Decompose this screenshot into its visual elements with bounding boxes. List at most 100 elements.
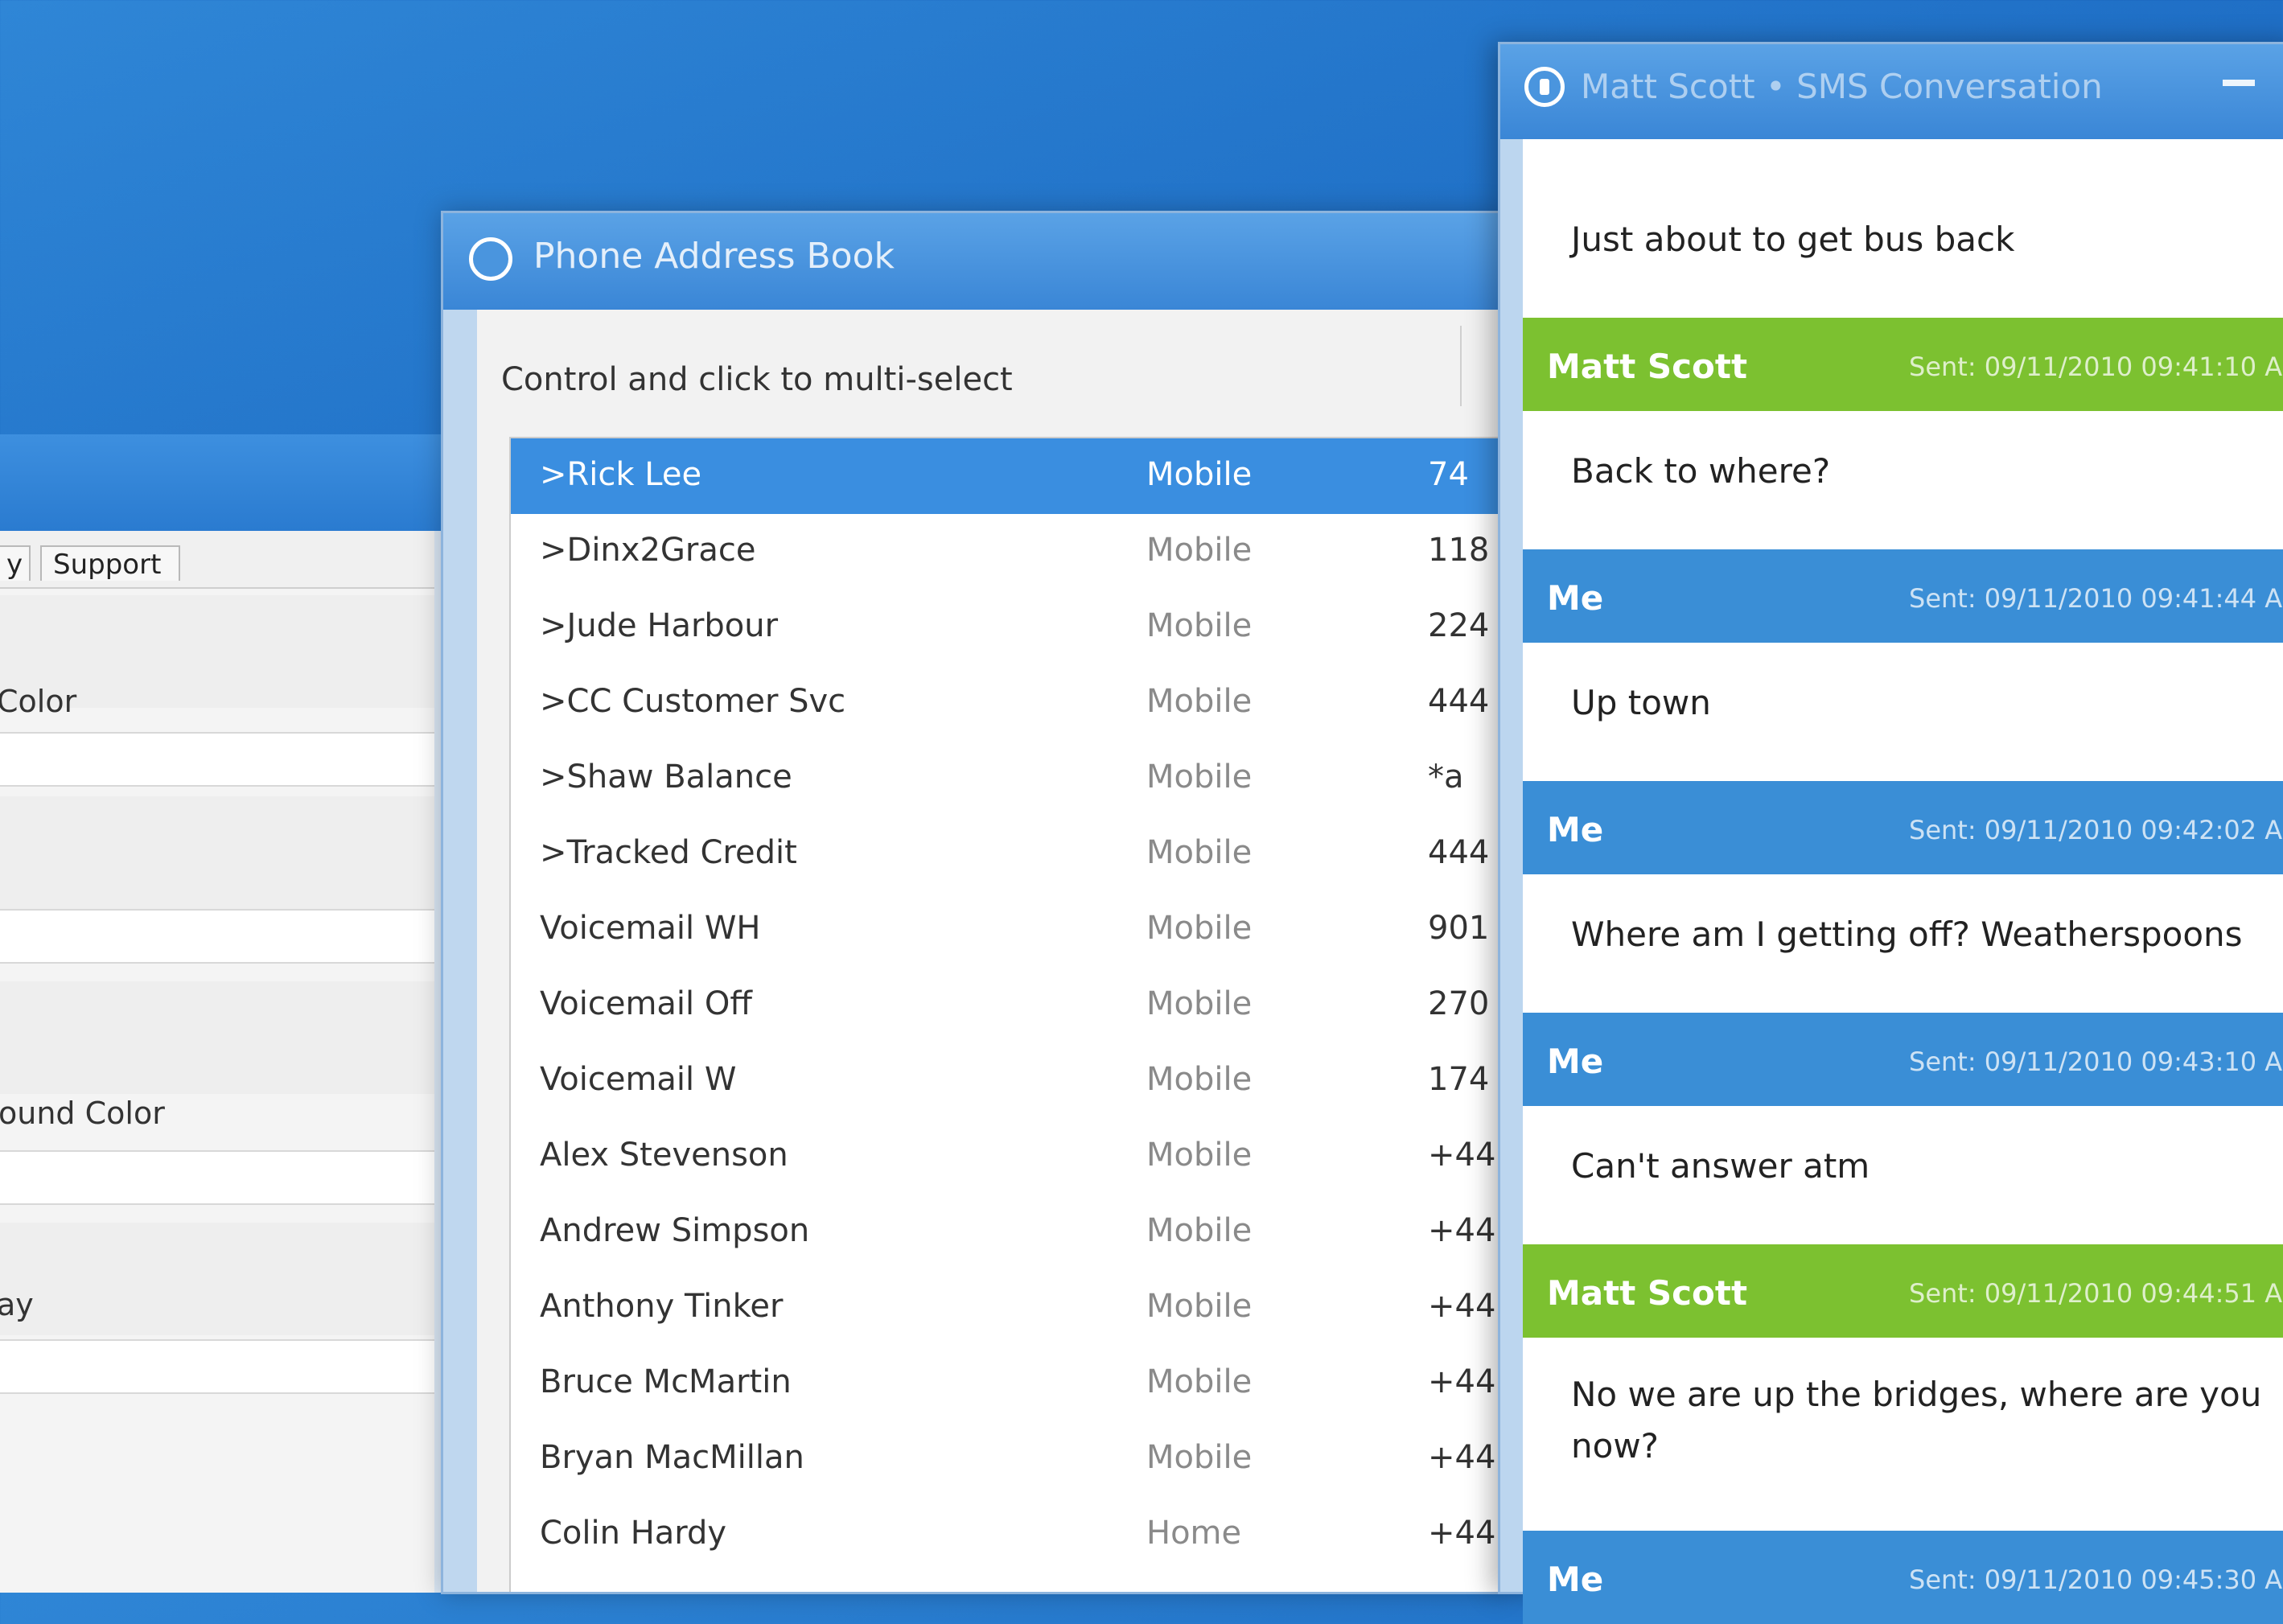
message-timestamp: Sent: 09/11/2010 09:42:02 AM: [1909, 815, 2283, 845]
contact-number: 444: [1428, 834, 1490, 871]
contact-row[interactable]: Voicemail WH Mobile 901: [511, 892, 1500, 968]
contact-row[interactable]: Bryan MacMillan Mobile +44: [511, 1421, 1500, 1497]
message-sender: Me: [1547, 1042, 1604, 1081]
contact-name: Colin Hardy: [540, 1515, 727, 1552]
contact-number: 118: [1428, 532, 1490, 569]
contact-type: Mobile: [1146, 834, 1253, 871]
contact-number: +44: [1428, 1515, 1496, 1552]
contact-type: Mobile: [1146, 1439, 1253, 1476]
contact-type: Mobile: [1146, 1212, 1253, 1249]
color-label: Color: [0, 684, 77, 719]
contact-type: Mobile: [1146, 1061, 1253, 1098]
settings-band: [0, 1223, 434, 1335]
contact-number: +44: [1428, 1288, 1496, 1325]
contact-name: >Rick Lee: [540, 456, 702, 493]
contact-name: Alex Stevenson: [540, 1137, 788, 1174]
address-book-window: Phone Address Book Control and click to …: [441, 211, 1503, 1594]
contact-type: Home: [1146, 1515, 1242, 1552]
contact-number: 901: [1428, 910, 1490, 947]
contact-row[interactable]: >Shaw Balance Mobile *a: [511, 741, 1500, 816]
contact-number: +44: [1428, 1439, 1496, 1476]
contact-row[interactable]: Andrew Simpson Mobile +44: [511, 1194, 1500, 1270]
contact-number: +44: [1428, 1212, 1496, 1249]
contact-row[interactable]: Voicemail Off Mobile 270: [511, 968, 1500, 1043]
message-header: Me Sent: 09/11/2010 09:42:02 AM: [1523, 781, 2283, 874]
settings-tab-partial[interactable]: y: [0, 545, 31, 581]
window-title: Phone Address Book: [533, 236, 895, 277]
chat-window-title: Matt Scott • SMS Conversation: [1581, 67, 2103, 106]
contact-name: >Tracked Credit: [540, 834, 797, 871]
display-field[interactable]: [0, 1339, 434, 1394]
message-sender: Me: [1547, 810, 1604, 849]
toolbar-divider: [1460, 326, 1462, 406]
color-field[interactable]: [0, 732, 434, 787]
message-timestamp: Sent: 09/11/2010 09:41:10 AM: [1909, 352, 2283, 382]
contact-name: Voicemail Off: [540, 985, 752, 1022]
message-sender: Matt Scott: [1547, 347, 1748, 386]
contact-type: Mobile: [1146, 683, 1253, 720]
message-header: Matt Scott Sent: 09/11/2010 09:41:10 AM: [1523, 318, 2283, 411]
contact-type: Mobile: [1146, 1137, 1253, 1174]
message-timestamp: Sent: 09/11/2010 09:45:30 AM: [1909, 1564, 2283, 1595]
settings-field[interactable]: [0, 909, 434, 964]
contact-name: >Shaw Balance: [540, 759, 792, 796]
display-label: ay: [0, 1287, 34, 1322]
contact-type: Mobile: [1146, 532, 1253, 569]
message-text: Up town: [1571, 683, 1711, 722]
app-icon: [469, 237, 512, 281]
message-timestamp: Sent: 09/11/2010 09:43:10 AM: [1909, 1046, 2283, 1077]
message-header: Me Sent: 09/11/2010 09:41:44 AM: [1523, 549, 2283, 643]
message-timestamp: Sent: 09/11/2010 09:44:51 AM: [1909, 1278, 2283, 1309]
chat-window: Matt Scott • SMS Conversation Just about…: [1498, 42, 2283, 1624]
contact-number: +44: [1428, 1137, 1496, 1174]
settings-tab-strip: y Support: [0, 531, 434, 589]
message-text: Just about to get bus back: [1571, 220, 2015, 259]
contact-type: Mobile: [1146, 759, 1253, 796]
message-text: Can't answer atm: [1571, 1146, 1870, 1186]
message-text: Where am I getting off? Weatherspoons: [1571, 915, 2243, 954]
contact-name: Voicemail WH: [540, 910, 761, 947]
address-book-titlebar[interactable]: Phone Address Book: [443, 213, 1500, 310]
contact-name: >CC Customer Svc: [540, 683, 846, 720]
contact-row[interactable]: Colin Hardy Home +44: [511, 1497, 1500, 1573]
contact-type: Mobile: [1146, 985, 1253, 1022]
background-color-field[interactable]: [0, 1150, 434, 1205]
tab-support[interactable]: Support: [40, 545, 180, 581]
chat-messages[interactable]: Just about to get bus back Matt Scott Se…: [1523, 139, 2283, 1624]
contact-name: >Dinx2Grace: [540, 532, 756, 569]
multi-select-hint: Control and click to multi-select: [501, 361, 1013, 398]
contact-row[interactable]: >Rick Lee Mobile 74: [511, 438, 1500, 514]
settings-titlebar[interactable]: [0, 434, 444, 531]
contact-row[interactable]: Bruce McMartin Mobile +44: [511, 1346, 1500, 1421]
message-sender: Me: [1547, 578, 1604, 618]
contact-name: Voicemail W: [540, 1061, 737, 1098]
contact-name: Bryan MacMillan: [540, 1439, 804, 1476]
contact-number: +44: [1428, 1363, 1496, 1400]
contact-row[interactable]: >Tracked Credit Mobile 444: [511, 816, 1500, 892]
contact-name: >Jude Harbour: [540, 607, 779, 644]
contact-list[interactable]: >Rick Lee Mobile 74 >Dinx2Grace Mobile 1…: [509, 437, 1500, 1592]
app-icon: [1524, 67, 1565, 107]
chat-titlebar[interactable]: Matt Scott • SMS Conversation: [1500, 44, 2283, 139]
settings-band: [0, 796, 434, 909]
minimize-button[interactable]: [2223, 80, 2255, 86]
message-text: Back to where?: [1571, 451, 1831, 491]
contact-row[interactable]: >Dinx2Grace Mobile 118: [511, 514, 1500, 590]
message-timestamp: Sent: 09/11/2010 09:41:44 AM: [1909, 583, 2283, 614]
contact-row[interactable]: >Jude Harbour Mobile 224: [511, 590, 1500, 665]
contact-type: Mobile: [1146, 607, 1253, 644]
contact-row[interactable]: Alex Stevenson Mobile +44: [511, 1119, 1500, 1194]
contact-type: Mobile: [1146, 1363, 1253, 1400]
contact-row[interactable]: Anthony Tinker Mobile +44: [511, 1270, 1500, 1346]
settings-window: y Support Color ound Color ay: [0, 434, 446, 1593]
background-color-label: ound Color: [0, 1096, 165, 1131]
message-sender: Matt Scott: [1547, 1273, 1748, 1313]
contact-number: 74: [1428, 456, 1469, 493]
address-book-client: Control and click to multi-select >Rick …: [477, 310, 1500, 1592]
settings-body: y Support Color ound Color ay: [0, 531, 434, 1593]
contact-name: Andrew Simpson: [540, 1212, 810, 1249]
message-header: Me Sent: 09/11/2010 09:43:10 AM: [1523, 1013, 2283, 1106]
contact-row[interactable]: >CC Customer Svc Mobile 444: [511, 665, 1500, 741]
contact-number: 444: [1428, 683, 1490, 720]
contact-row[interactable]: Voicemail W Mobile 174: [511, 1043, 1500, 1119]
